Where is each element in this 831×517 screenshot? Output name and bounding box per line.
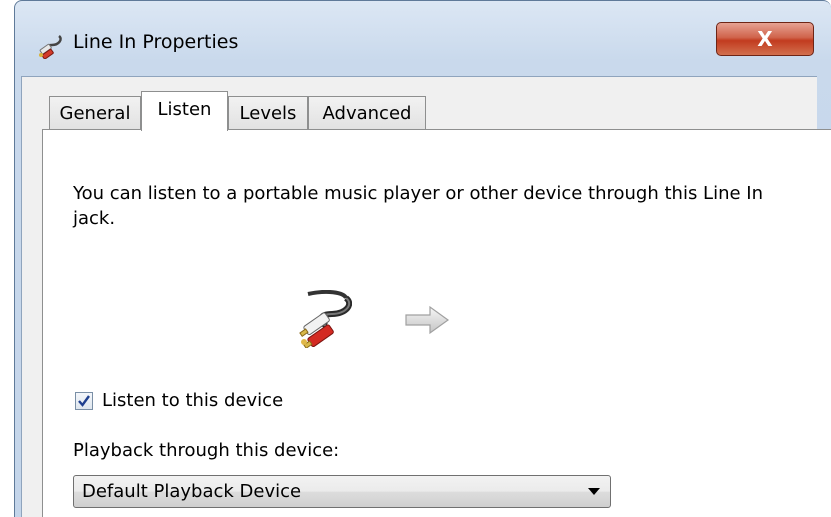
checkmark-icon [78,395,90,407]
playback-device-select[interactable]: Default Playback Device [73,475,611,508]
tab-levels-label: Levels [239,102,297,124]
arrow-right-icon [405,305,450,335]
line-in-jack-icon [39,35,62,59]
listen-checkbox[interactable] [75,392,93,410]
tab-advanced[interactable]: Advanced [308,96,426,129]
tab-levels[interactable]: Levels [228,96,308,129]
window-title: Line In Properties [73,31,239,53]
tab-listen-label: Listen [157,99,212,120]
tab-general-label: General [59,102,131,124]
playback-device-label: Playback through this device: [73,440,340,461]
close-button[interactable]: X [716,22,814,56]
tab-general[interactable]: General [49,96,141,129]
close-icon: X [757,27,773,51]
listen-description: You can listen to a portable music playe… [73,183,764,229]
tab-advanced-label: Advanced [322,102,412,124]
chevron-down-icon [588,488,600,495]
rca-cable-icon [299,290,352,348]
listen-checkbox-label[interactable]: Listen to this device [102,390,283,411]
tab-listen[interactable]: Listen [141,91,228,131]
playback-device-value: Default Playback Device [82,481,302,502]
